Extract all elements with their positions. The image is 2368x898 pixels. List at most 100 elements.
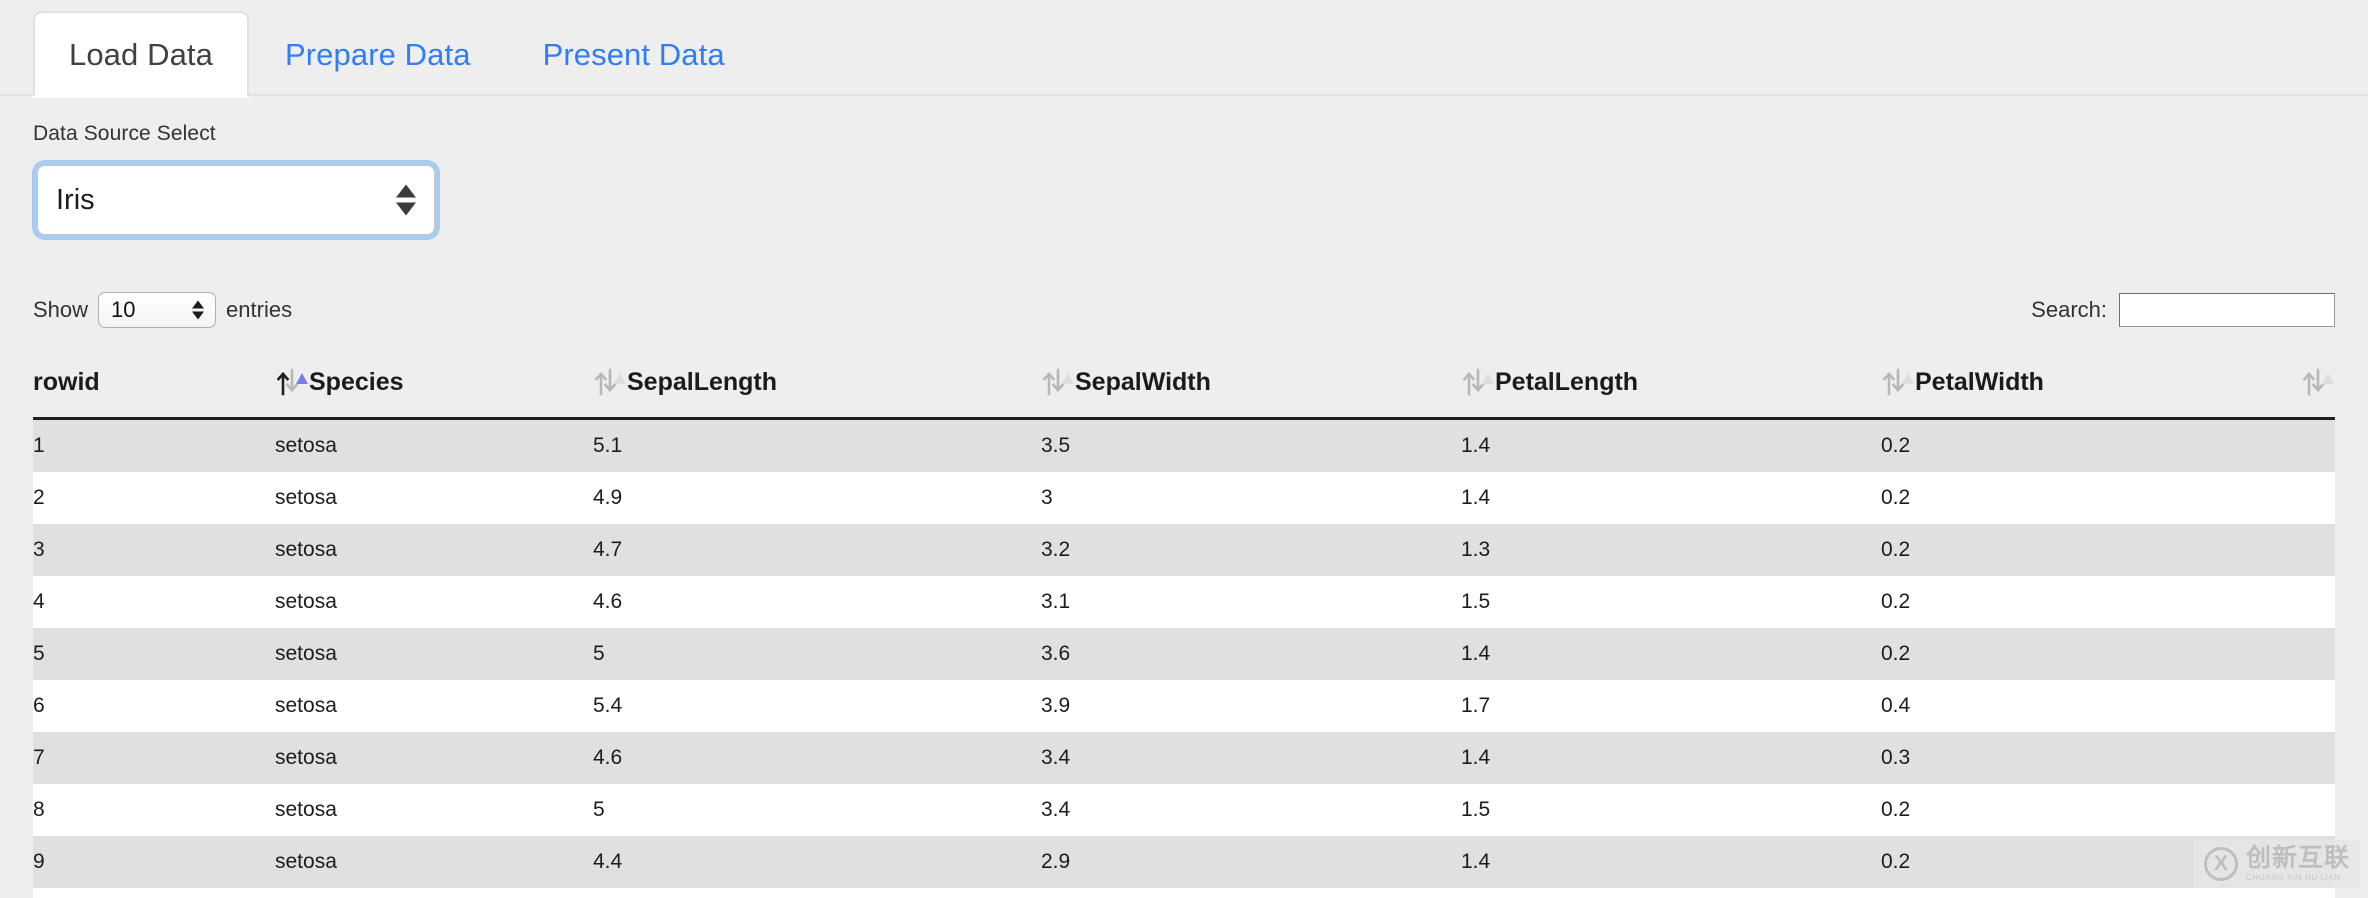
cell-species: setosa bbox=[275, 836, 593, 888]
cell-rowid: 5 bbox=[33, 628, 275, 680]
cell-sepallength: 4.4 bbox=[593, 836, 1041, 888]
column-header-rowid[interactable]: rowid bbox=[33, 353, 275, 419]
data-source-select[interactable]: Iris bbox=[37, 165, 435, 235]
cell-species: setosa bbox=[275, 732, 593, 784]
sort-none-icon[interactable] bbox=[593, 367, 627, 397]
column-header-species[interactable]: Species bbox=[275, 353, 593, 419]
cell-rowid: 3 bbox=[33, 524, 275, 576]
app-root: Load Data Prepare Data Present Data Data… bbox=[0, 0, 2368, 898]
cell-species: setosa bbox=[275, 419, 593, 473]
table-row: 5setosa53.61.40.2 bbox=[33, 628, 2335, 680]
column-label-sepalwidth: SepalWidth bbox=[1075, 368, 1211, 397]
cell-petalwidth: 0.2 bbox=[1881, 524, 2335, 576]
sort-none-icon[interactable] bbox=[1881, 367, 1915, 397]
cell-sepalwidth: 3.1 bbox=[1041, 576, 1461, 628]
table-row: 6setosa5.43.91.70.4 bbox=[33, 680, 2335, 732]
data-table: rowid Species bbox=[33, 353, 2335, 898]
cell-species: setosa bbox=[275, 472, 593, 524]
column-label-petallength: PetalLength bbox=[1495, 368, 1638, 397]
tab-load-data-label: Load Data bbox=[69, 37, 213, 72]
cell-sepalwidth: 3 bbox=[1041, 472, 1461, 524]
table-row: 2setosa4.931.40.2 bbox=[33, 472, 2335, 524]
show-label: Show bbox=[33, 297, 88, 323]
cell-sepalwidth: 3.9 bbox=[1041, 680, 1461, 732]
cell-species: setosa bbox=[275, 888, 593, 898]
cell-petallength: 1.5 bbox=[1461, 576, 1881, 628]
cell-rowid: 2 bbox=[33, 472, 275, 524]
column-header-petallength[interactable]: PetalLength bbox=[1461, 353, 1881, 419]
column-label-species: Species bbox=[309, 368, 404, 397]
cell-rowid: 8 bbox=[33, 784, 275, 836]
tab-present-data-label: Present Data bbox=[543, 37, 725, 72]
page-length-control: Show 10 entries bbox=[33, 292, 292, 328]
cell-sepallength: 4.7 bbox=[593, 524, 1041, 576]
page-length-value: 10 bbox=[111, 297, 135, 323]
sort-none-icon[interactable] bbox=[1041, 367, 1075, 397]
cell-sepalwidth: 2.9 bbox=[1041, 836, 1461, 888]
data-source-field: Data Source Select Iris bbox=[0, 96, 2368, 239]
cell-petalwidth: 0.2 bbox=[1881, 784, 2335, 836]
cell-petalwidth: 0.1 bbox=[1881, 888, 2335, 898]
cell-sepallength: 4.6 bbox=[593, 576, 1041, 628]
cell-sepallength: 4.6 bbox=[593, 732, 1041, 784]
tab-bar: Load Data Prepare Data Present Data bbox=[0, 0, 2368, 96]
sort-ascending-active-icon[interactable] bbox=[275, 367, 309, 397]
cell-species: setosa bbox=[275, 524, 593, 576]
cell-petallength: 1.7 bbox=[1461, 680, 1881, 732]
cell-rowid: 7 bbox=[33, 732, 275, 784]
cell-sepalwidth: 3.4 bbox=[1041, 732, 1461, 784]
cell-petalwidth: 0.2 bbox=[1881, 576, 2335, 628]
cell-rowid: 9 bbox=[33, 836, 275, 888]
page-length-stepper-icon bbox=[192, 301, 204, 320]
cell-petalwidth: 0.4 bbox=[1881, 680, 2335, 732]
cell-sepallength: 5.4 bbox=[593, 680, 1041, 732]
datatable-container: Show 10 entries Search: bbox=[0, 285, 2368, 898]
cell-sepallength: 5.1 bbox=[593, 419, 1041, 473]
cell-petallength: 1.4 bbox=[1461, 628, 1881, 680]
search-input[interactable] bbox=[2119, 293, 2335, 327]
table-row: 3setosa4.73.21.30.2 bbox=[33, 524, 2335, 576]
table-header-row: rowid Species bbox=[33, 353, 2335, 419]
entries-label: entries bbox=[226, 297, 292, 323]
data-source-label: Data Source Select bbox=[33, 122, 2368, 146]
cell-petallength: 1.5 bbox=[1461, 888, 1881, 898]
table-row: 4setosa4.63.11.50.2 bbox=[33, 576, 2335, 628]
sort-none-icon[interactable] bbox=[1461, 367, 1495, 397]
cell-petalwidth: 0.2 bbox=[1881, 472, 2335, 524]
column-header-petalwidth[interactable]: PetalWidth bbox=[1881, 353, 2335, 419]
cell-species: setosa bbox=[275, 576, 593, 628]
stepper-arrows-icon bbox=[396, 185, 416, 216]
cell-petallength: 1.4 bbox=[1461, 419, 1881, 473]
cell-petalwidth: 0.2 bbox=[1881, 836, 2335, 888]
cell-sepallength: 4.9 bbox=[593, 472, 1041, 524]
cell-rowid: 4 bbox=[33, 576, 275, 628]
cell-petallength: 1.5 bbox=[1461, 784, 1881, 836]
cell-rowid: 6 bbox=[33, 680, 275, 732]
cell-sepallength: 5 bbox=[593, 628, 1041, 680]
column-label-sepallength: SepalLength bbox=[627, 368, 777, 397]
cell-rowid: 1 bbox=[33, 419, 275, 473]
cell-petalwidth: 0.2 bbox=[1881, 628, 2335, 680]
tab-present-data[interactable]: Present Data bbox=[507, 11, 761, 96]
column-header-sepallength[interactable]: SepalLength bbox=[593, 353, 1041, 419]
cell-sepallength: 5 bbox=[593, 784, 1041, 836]
column-label-rowid: rowid bbox=[33, 368, 100, 397]
cell-sepalwidth: 3.4 bbox=[1041, 784, 1461, 836]
cell-species: setosa bbox=[275, 628, 593, 680]
cell-sepalwidth: 3.2 bbox=[1041, 524, 1461, 576]
cell-petallength: 1.4 bbox=[1461, 472, 1881, 524]
table-row: 10setosa4.93.11.50.1 bbox=[33, 888, 2335, 898]
sort-none-trailing-icon[interactable] bbox=[2301, 367, 2335, 397]
table-row: 8setosa53.41.50.2 bbox=[33, 784, 2335, 836]
column-header-sepalwidth[interactable]: SepalWidth bbox=[1041, 353, 1461, 419]
cell-sepalwidth: 3.1 bbox=[1041, 888, 1461, 898]
tab-load-data[interactable]: Load Data bbox=[33, 11, 249, 96]
cell-petalwidth: 0.3 bbox=[1881, 732, 2335, 784]
cell-sepallength: 4.9 bbox=[593, 888, 1041, 898]
table-row: 7setosa4.63.41.40.3 bbox=[33, 732, 2335, 784]
search-control: Search: bbox=[2031, 293, 2335, 327]
page-length-select[interactable]: 10 bbox=[98, 292, 216, 328]
data-source-value: Iris bbox=[56, 184, 95, 217]
tab-prepare-data-label: Prepare Data bbox=[285, 37, 471, 72]
tab-prepare-data[interactable]: Prepare Data bbox=[249, 11, 507, 96]
